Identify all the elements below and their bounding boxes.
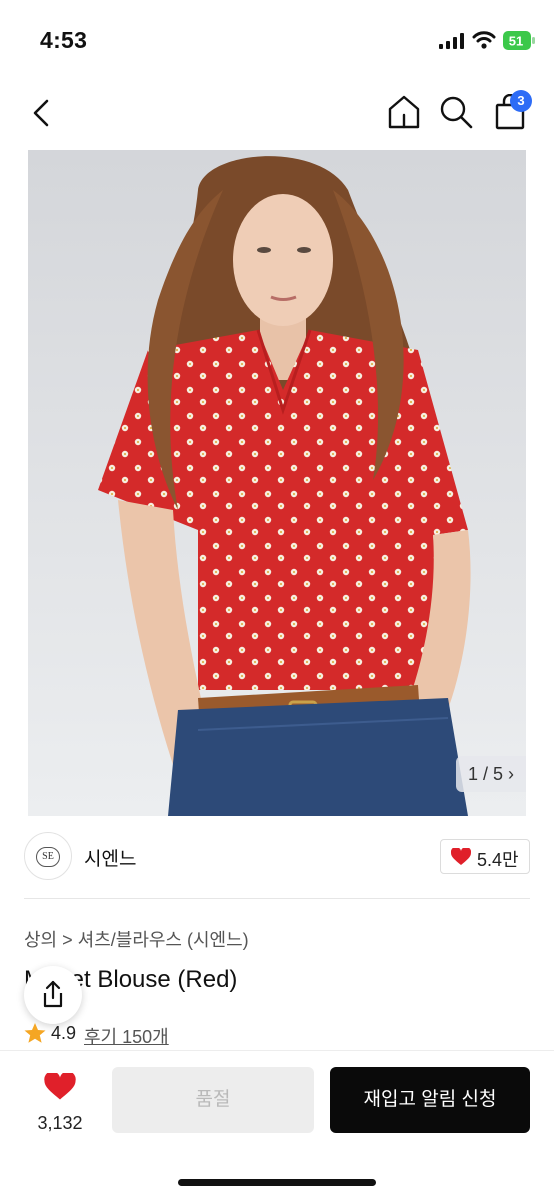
battery-icon: 51: [503, 31, 535, 50]
heart-icon: [451, 848, 471, 865]
soldout-button: 품절: [112, 1067, 314, 1133]
status-time: 4:53: [40, 27, 88, 53]
cart-count-badge: 3: [510, 90, 532, 112]
product-photo: [28, 150, 526, 816]
divider: [24, 898, 530, 899]
status-bar: 4:53 51: [0, 0, 554, 82]
reviews-link[interactable]: 후기 150개: [84, 1023, 169, 1049]
breadcrumb[interactable]: 상의 > 셔츠/블라우스 (시엔느): [24, 926, 249, 952]
svg-text:51: 51: [509, 34, 523, 49]
cart-button[interactable]: 3: [490, 90, 532, 130]
home-icon[interactable]: [386, 94, 422, 130]
favorite-count: 3,132: [37, 1113, 83, 1133]
home-indicator[interactable]: [178, 1179, 376, 1186]
wifi-icon: [472, 31, 496, 49]
brand-logo-mark: SE: [36, 847, 60, 867]
brand-name[interactable]: 시엔느: [84, 844, 136, 871]
app-header: 3: [0, 82, 554, 148]
heart-icon: [44, 1073, 76, 1100]
bottom-action-bar: 3,132 품절 재입고 알림 신청: [0, 1050, 554, 1200]
star-icon: [24, 1023, 46, 1043]
product-image-carousel[interactable]: 1 / 5 ›: [28, 150, 526, 816]
brand-like-button[interactable]: 5.4만: [440, 839, 530, 874]
favorite-button[interactable]: 3,132: [22, 1069, 98, 1139]
search-icon[interactable]: [438, 94, 474, 130]
share-icon: [43, 980, 63, 1008]
image-counter[interactable]: 1 / 5 ›: [456, 756, 526, 792]
brand-logo[interactable]: SE: [24, 832, 72, 880]
back-icon[interactable]: [28, 98, 56, 128]
brand-row[interactable]: SE 시엔느 5.4만: [24, 832, 530, 884]
share-button[interactable]: [24, 966, 82, 1024]
restock-alert-button[interactable]: 재입고 알림 신청: [330, 1067, 530, 1133]
cellular-signal-icon: [439, 33, 464, 49]
rating-score: 4.9: [51, 1023, 77, 1043]
brand-like-count: 5.4만: [477, 850, 519, 870]
